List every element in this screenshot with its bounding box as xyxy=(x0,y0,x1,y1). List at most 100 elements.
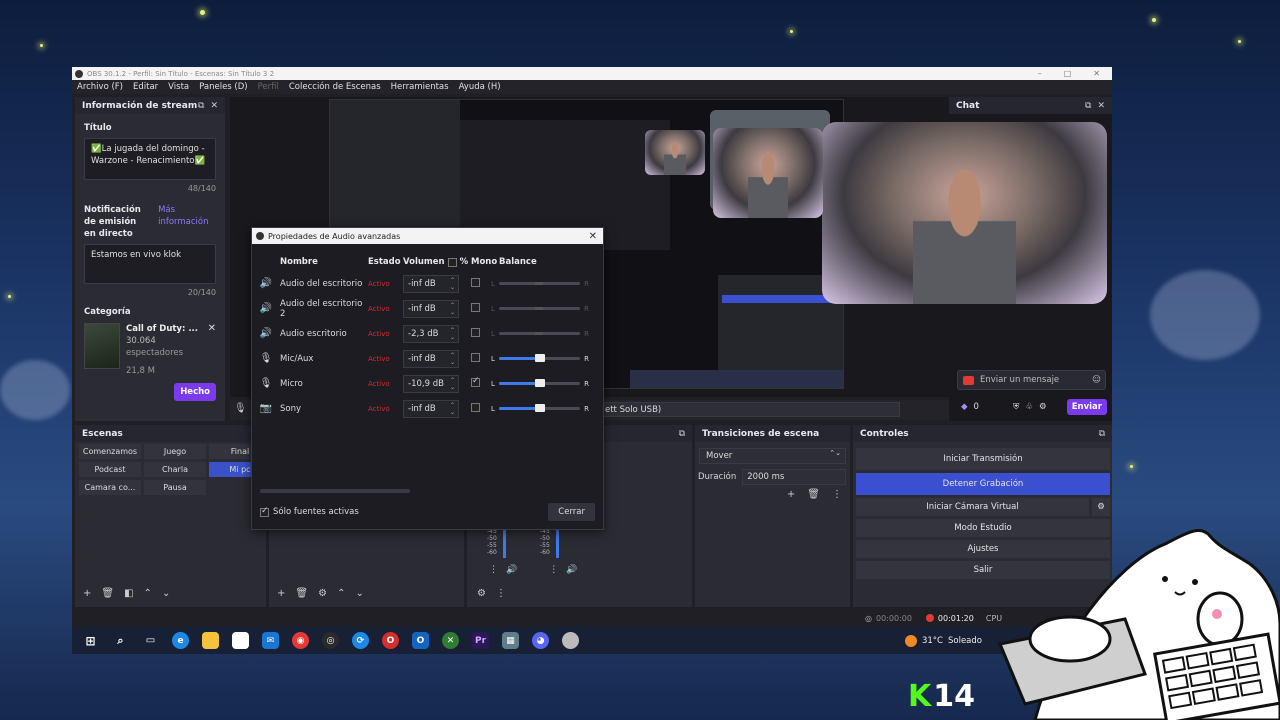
mail-icon[interactable]: ✉ xyxy=(262,632,279,649)
transition-select[interactable]: Mover ⌃⌄ xyxy=(699,448,846,464)
volume-input[interactable]: -2,3 dB ⌃ ⌄ xyxy=(403,324,459,343)
mono-checkbox[interactable] xyxy=(471,302,480,312)
app-icon[interactable]: ⟳ xyxy=(352,632,369,649)
scene-item[interactable]: Juego xyxy=(144,444,206,459)
trash-icon[interactable]: 🗑 xyxy=(807,489,820,500)
edge-icon[interactable]: e xyxy=(172,632,189,649)
scene-item[interactable]: Pausa xyxy=(144,480,206,495)
search-icon[interactable]: ⌕ xyxy=(112,632,129,649)
volume-input[interactable]: -inf dB ⌃ ⌄ xyxy=(403,299,459,318)
balance-slider[interactable]: LR xyxy=(491,379,589,388)
xbox-icon[interactable]: ✕ xyxy=(442,632,459,649)
up-icon[interactable]: ⌃ xyxy=(144,588,152,599)
balance-slider[interactable]: LR xyxy=(491,354,589,363)
close-button[interactable]: Cerrar xyxy=(548,503,595,521)
balance-slider[interactable]: LR xyxy=(491,305,589,313)
remove-category-icon[interactable]: ✕ xyxy=(208,323,216,334)
emoji-icon[interactable]: ☺ xyxy=(1092,375,1101,385)
more-icon[interactable]: ⋮ xyxy=(496,588,506,599)
trash-icon[interactable]: 🗑 xyxy=(295,588,308,599)
add-icon[interactable]: + xyxy=(277,588,285,599)
mono-checkbox[interactable] xyxy=(471,327,480,337)
close-icon[interactable]: ✕ xyxy=(589,231,603,242)
mono-checkbox[interactable] xyxy=(471,376,480,387)
scene-item[interactable]: Podcast xyxy=(79,462,141,477)
scene-item[interactable]: Charla xyxy=(144,462,206,477)
windows-start-icon[interactable]: ⊞ xyxy=(82,632,99,649)
task-view-icon[interactable]: ▭ xyxy=(142,632,159,649)
add-icon[interactable]: + xyxy=(83,588,91,599)
start-virtual-cam-button[interactable]: Iniciar Cámara Virtual xyxy=(856,498,1089,516)
volume-input[interactable]: -inf dB ⌃ ⌄ xyxy=(403,274,459,293)
scene-item[interactable]: Camara co... xyxy=(79,480,141,495)
outlook-icon[interactable]: O xyxy=(412,632,429,649)
chrome-icon[interactable]: ◉ xyxy=(292,632,309,649)
gear-icon[interactable]: ⚙ xyxy=(1039,402,1047,412)
done-button[interactable]: Hecho xyxy=(174,383,216,401)
menu-herramientas[interactable]: Herramientas xyxy=(391,82,449,92)
premiere-icon[interactable]: Pr xyxy=(472,632,489,649)
volume-input[interactable]: -inf dB ⌃ ⌄ xyxy=(403,349,459,368)
calculator-icon[interactable]: ▦ xyxy=(502,632,519,649)
mono-checkbox[interactable] xyxy=(471,352,480,362)
more-icon[interactable]: ⋮ xyxy=(489,565,498,575)
add-icon[interactable]: + xyxy=(787,489,795,500)
up-icon[interactable]: ⌃ xyxy=(337,588,345,599)
speaker-icon[interactable]: 🔊 xyxy=(566,565,577,575)
notif-input[interactable]: Estamos en vivo klok xyxy=(84,244,216,284)
float-icon[interactable]: ⧉ xyxy=(679,429,685,439)
points-icon[interactable]: ◆ xyxy=(961,402,968,412)
down-icon[interactable]: ⌄ xyxy=(162,588,170,599)
folder-icon[interactable] xyxy=(202,632,219,649)
menu-archivo[interactable]: Archivo (F) xyxy=(77,82,123,92)
menu-vista[interactable]: Vista xyxy=(168,82,189,92)
mono-checkbox[interactable] xyxy=(471,402,480,412)
mic-icon[interactable]: 🎙 xyxy=(234,403,247,414)
obs-icon[interactable]: ◎ xyxy=(322,632,339,649)
chat-input[interactable]: Enviar un mensaje ☺ xyxy=(957,370,1106,390)
more-icon[interactable]: ⋮ xyxy=(549,565,558,575)
menu-escenas[interactable]: Colección de Escenas xyxy=(289,82,381,92)
down-icon[interactable]: ⌄ xyxy=(355,588,363,599)
device-select[interactable]: ett Solo USB) xyxy=(600,402,900,417)
menu-paneles[interactable]: Paneles (D) xyxy=(199,82,247,92)
close-icon[interactable]: ✕ xyxy=(210,101,218,111)
horizontal-scrollbar[interactable] xyxy=(260,489,410,493)
menu-perfil[interactable]: Perfil xyxy=(258,82,279,92)
float-icon[interactable]: ⧉ xyxy=(1099,429,1105,439)
menu-editar[interactable]: Editar xyxy=(133,82,158,92)
mono-checkbox[interactable] xyxy=(471,277,480,287)
start-stream-button[interactable]: Iniciar Transmisión xyxy=(856,448,1110,470)
gear-icon[interactable]: ⚙ xyxy=(1092,498,1110,516)
gift-icon[interactable]: ♧ xyxy=(1025,402,1033,412)
trash-icon[interactable]: 🗑 xyxy=(101,588,114,599)
close-icon[interactable]: ✕ xyxy=(1093,69,1100,78)
float-icon[interactable]: ⧉ xyxy=(1085,101,1091,111)
maximize-icon[interactable]: □ xyxy=(1064,69,1072,78)
balance-slider[interactable]: LR xyxy=(491,280,589,288)
percent-checkbox[interactable] xyxy=(447,257,457,267)
filter-icon[interactable]: ◧ xyxy=(124,588,133,599)
more-info-link[interactable]: Más información xyxy=(158,204,216,240)
volume-input[interactable]: -10,9 dB ⌃ ⌄ xyxy=(403,374,459,393)
gear-icon[interactable]: ⚙ xyxy=(318,588,327,599)
more-icon[interactable]: ⋮ xyxy=(832,489,842,500)
stop-recording-button[interactable]: Detener Grabación xyxy=(856,473,1110,495)
weather-widget[interactable]: 31°C Soleado xyxy=(904,634,982,647)
duration-input[interactable]: 2000 ms xyxy=(742,469,846,485)
discord-icon[interactable]: ◕ xyxy=(532,632,549,649)
only-active-checkbox[interactable] xyxy=(260,506,269,517)
shield-icon[interactable]: ⛨ xyxy=(1013,402,1019,412)
settings-icon[interactable]: ⚙ xyxy=(477,588,486,599)
close-icon[interactable]: ✕ xyxy=(1097,101,1105,111)
float-icon[interactable]: ⧉ xyxy=(198,101,204,111)
title-input[interactable]: ✅La jugada del domingo - Warzone - Renac… xyxy=(84,138,216,180)
store-icon[interactable] xyxy=(232,632,249,649)
app-icon[interactable] xyxy=(562,632,579,649)
minimize-icon[interactable]: – xyxy=(1038,69,1042,78)
balance-slider[interactable]: LR xyxy=(491,330,589,338)
send-button[interactable]: Enviar xyxy=(1066,399,1107,415)
speaker-icon[interactable]: 🔊 xyxy=(506,565,517,575)
opera-icon[interactable]: O xyxy=(382,632,399,649)
menu-ayuda[interactable]: Ayuda (H) xyxy=(459,82,501,92)
